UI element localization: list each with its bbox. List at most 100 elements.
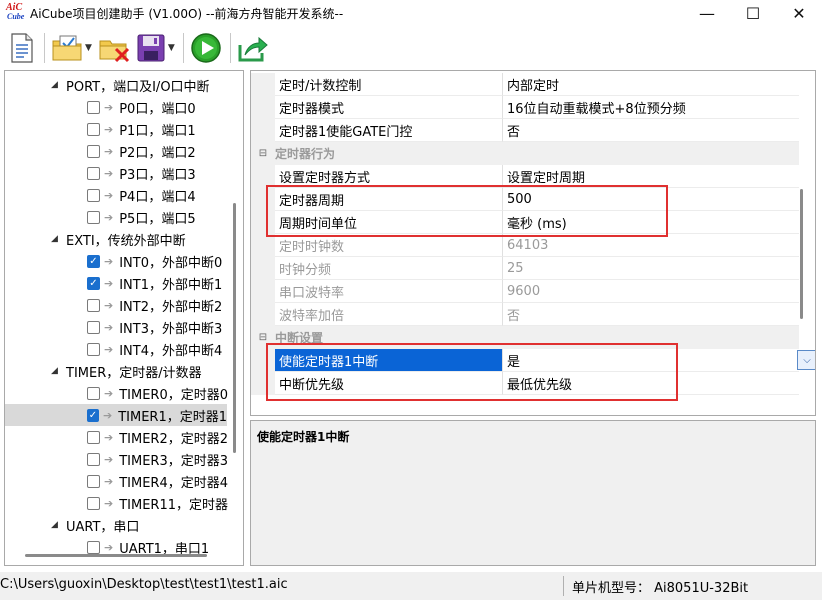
expand-icon[interactable]: ◢ <box>51 234 61 244</box>
tree-item[interactable]: ➔ INT4，外部中断4 <box>87 338 222 360</box>
expand-icon[interactable]: ◢ <box>51 366 61 376</box>
property-row[interactable]: 定时时钟数 64103 <box>251 234 799 257</box>
checkbox[interactable]: ✓ <box>87 276 100 290</box>
arrow-right-icon: ➔ <box>104 144 114 158</box>
tree-item[interactable]: ➔ TIMER4，定时器4 <box>87 470 228 492</box>
tree-item[interactable]: ✓ ➔ INT1，外部中断1 <box>87 272 222 294</box>
tree-scroll-thumb[interactable] <box>233 203 236 453</box>
tree-item[interactable]: ➔ INT3，外部中断3 <box>87 316 222 338</box>
checkbox[interactable]: ✓ <box>87 254 100 268</box>
checkbox[interactable] <box>87 320 100 334</box>
toolbar-separator <box>44 33 45 63</box>
arrow-right-icon: ➔ <box>104 298 114 312</box>
property-category[interactable]: ⊟ 定时器行为 <box>251 142 799 165</box>
checkbox[interactable] <box>87 298 100 312</box>
checkbox[interactable] <box>87 210 100 224</box>
tree-item[interactable]: ➔ P4口，端口4 <box>87 184 196 206</box>
checkbox[interactable] <box>87 166 100 180</box>
tree-item-label: INT1，外部中断1 <box>119 277 223 293</box>
tree-item-label: INT2，外部中断2 <box>119 299 223 315</box>
row-margin <box>251 234 275 257</box>
checkbox[interactable] <box>87 430 100 444</box>
close-button[interactable]: ✕ <box>776 0 822 26</box>
tree-vertical-scrollbar[interactable] <box>229 71 243 565</box>
row-margin <box>251 280 275 303</box>
tree-item[interactable]: ➔ P2口，端口2 <box>87 140 196 162</box>
property-value[interactable]: 内部定时 <box>503 73 799 96</box>
tree-item-label: P0口，端口0 <box>119 101 196 117</box>
property-value: 否 <box>503 303 799 326</box>
tree-item[interactable]: ➔ INT2，外部中断2 <box>87 294 222 316</box>
property-value[interactable]: 16位自动重载模式+8位预分频 <box>503 96 799 119</box>
tree-group[interactable]: ◢ PORT，端口及I/O口中断 <box>51 74 210 96</box>
arrow-right-icon: ➔ <box>104 276 114 290</box>
new-document-button[interactable] <box>8 31 36 65</box>
property-value[interactable]: 否 <box>503 119 799 142</box>
property-value-text: 9600 <box>507 283 541 299</box>
checkbox[interactable] <box>87 188 100 202</box>
tree-group[interactable]: ◢ TIMER，定时器/计数器 <box>51 360 202 382</box>
property-row[interactable]: 定时/计数控制 内部定时 <box>251 73 799 96</box>
tree-group[interactable]: ◢ UART，串口 <box>51 514 139 536</box>
open-project-button[interactable]: ▼ <box>51 31 92 65</box>
property-value-text: 16位自动重载模式+8位预分频 <box>507 101 686 117</box>
tree-group-label: PORT，端口及I/O口中断 <box>66 79 210 95</box>
save-dropdown-arrow[interactable]: ▼ <box>168 43 175 53</box>
tree-group[interactable]: ◢ EXTI，传统外部中断 <box>51 228 186 250</box>
checkbox[interactable]: ✓ <box>87 408 99 422</box>
peripheral-tree[interactable]: ◢ PORT，端口及I/O口中断 ➔ P0口，端口0 ➔ P1口，端口1 ➔ P2口，端口2 ➔… <box>4 70 244 566</box>
maximize-button[interactable]: ☐ <box>730 0 776 26</box>
property-row[interactable]: 串口波特率 9600 <box>251 280 799 303</box>
property-row[interactable]: 波特率加倍否 <box>251 303 799 326</box>
tree-group-label: EXTI，传统外部中断 <box>66 233 186 249</box>
highlight-box-period <box>266 185 668 237</box>
row-margin <box>251 96 275 119</box>
checkbox[interactable] <box>87 342 100 356</box>
expand-icon[interactable]: ◢ <box>51 80 61 90</box>
tree-item[interactable]: ➔ TIMER0，定时器0 <box>87 382 228 404</box>
tree-item[interactable]: ✓ ➔ TIMER1，定时器1 <box>5 404 227 426</box>
property-scroll-thumb[interactable] <box>800 189 803 319</box>
collapse-icon[interactable]: ⊟ <box>251 148 275 159</box>
tree-item[interactable]: ➔ P5口，端口5 <box>87 206 196 228</box>
checkbox[interactable] <box>87 386 100 400</box>
category-label: 定时器行为 <box>275 147 336 161</box>
expand-icon[interactable]: ◢ <box>51 520 61 530</box>
save-button[interactable]: ▼ <box>136 31 175 65</box>
checkbox[interactable] <box>87 496 100 510</box>
toolbar-separator <box>182 33 184 63</box>
property-row[interactable]: 定时器1使能GATE门控否 <box>251 119 799 142</box>
checkbox[interactable] <box>87 144 100 158</box>
arrow-right-icon: ➔ <box>104 254 114 268</box>
export-button[interactable] <box>237 31 269 65</box>
delete-project-button[interactable] <box>98 31 130 65</box>
project-path: C:\Users\guoxin\Desktop\test\test1\test1… <box>0 577 288 592</box>
toolbar: ▼ ▼ <box>0 26 822 70</box>
tree-horizontal-scroll-thumb[interactable] <box>25 554 207 557</box>
checkbox[interactable] <box>87 452 100 466</box>
tree-item[interactable]: ✓ ➔ INT0，外部中断0 <box>87 250 222 272</box>
tree-item-label: P1口，端口1 <box>119 123 196 139</box>
minimize-button[interactable]: — <box>684 0 730 26</box>
tree-item-label: TIMER2，定时器2 <box>119 431 228 447</box>
tree-item[interactable]: ➔ TIMER11，定时器 <box>87 492 228 514</box>
checkbox[interactable] <box>87 540 100 554</box>
tree-item[interactable]: ➔ TIMER2，定时器2 <box>87 426 228 448</box>
arrow-right-icon: ➔ <box>104 342 114 356</box>
open-dropdown-arrow[interactable]: ▼ <box>85 43 92 53</box>
property-row[interactable]: 定时器模式 16位自动重载模式+8位预分频 <box>251 96 799 119</box>
tree-item[interactable]: ➔ TIMER3，定时器3 <box>87 448 228 470</box>
collapse-icon[interactable]: ⊟ <box>251 332 275 343</box>
chevron-down-icon[interactable]: ⌵ <box>797 350 815 370</box>
tree-item[interactable]: ➔ P3口，端口3 <box>87 162 196 184</box>
property-row[interactable]: 时钟分频 25 <box>251 257 799 280</box>
app-logo: AiC Cube <box>6 2 25 21</box>
run-button[interactable] <box>190 31 222 65</box>
tree-item[interactable]: ➔ P1口，端口1 <box>87 118 196 140</box>
checkbox[interactable] <box>87 122 100 136</box>
tree-item-label: TIMER0，定时器0 <box>119 387 228 403</box>
arrow-right-icon: ➔ <box>104 496 114 510</box>
tree-item[interactable]: ➔ P0口，端口0 <box>87 96 196 118</box>
checkbox[interactable] <box>87 100 100 114</box>
checkbox[interactable] <box>87 474 100 488</box>
